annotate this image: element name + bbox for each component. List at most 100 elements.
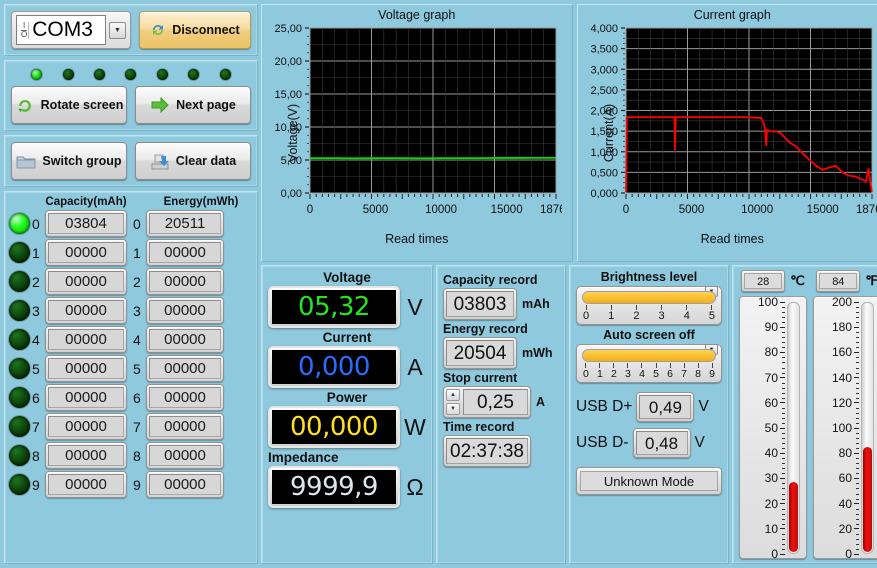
right-panel: Voltage graph Voltage(V) 0,00 5,00 10,00 15… [261, 2, 877, 566]
switch-group-label: Switch group [42, 154, 122, 168]
clear-disk-icon [151, 154, 169, 170]
capacity-cell-value: 00000 [48, 300, 124, 321]
thermometer-minor-tick [856, 438, 859, 440]
thermometer-minor-tick [856, 483, 859, 485]
power-unit: W [404, 413, 426, 440]
com-port-value: COM3 [32, 18, 93, 41]
energy-cell: 00000 [146, 355, 224, 382]
impedance-value: 9999,9 [272, 470, 396, 504]
current-value: 0,000 [272, 350, 396, 384]
chevron-down-icon[interactable]: ▼ [109, 21, 126, 39]
voltage-graph-title: Voltage graph [378, 8, 456, 22]
table-header: Capacity(mAh) Energy(mWh) [9, 196, 255, 208]
slider-tick: 3 [659, 305, 665, 322]
thermometer-tick-label: 120 [832, 396, 859, 410]
usb-dminus-value: 0,48 [635, 431, 688, 455]
clear-data-button[interactable]: Clear data [135, 142, 251, 180]
capacity-record-value: 03803 [446, 291, 514, 317]
row-index-energy: 4 [133, 331, 141, 348]
fahrenheit-display: 84 [816, 270, 861, 292]
capacity-record-label: Capacity record [443, 273, 538, 287]
disconnect-label: Disconnect [172, 23, 240, 37]
thermometer-minor-tick [856, 387, 859, 389]
next-page-button[interactable]: Next page [135, 86, 251, 124]
energy-record-label: Energy record [443, 322, 528, 336]
thermometer-minor-tick [856, 412, 859, 414]
table-row: 7 00000 7 00000 [9, 413, 255, 440]
thermometer-minor-tick [782, 518, 785, 520]
autooff-track[interactable] [582, 349, 716, 362]
thermometer-minor-tick [856, 417, 859, 419]
spinner-down-icon[interactable]: ▼ [446, 403, 460, 415]
slider-tick: 8 [695, 363, 701, 380]
energy-cell-value: 00000 [149, 445, 221, 466]
fahrenheit-tube [861, 302, 874, 554]
slider-tick: 3 [625, 363, 631, 380]
power-label: Power [326, 390, 368, 405]
thermometer-minor-tick [782, 443, 785, 445]
thermometer-minor-tick [856, 463, 859, 465]
stop-current-stepper[interactable]: ▲ ▼ 0,25 [443, 386, 531, 418]
thermometer-minor-tick [782, 533, 785, 535]
thermometer-minor-tick [782, 513, 785, 515]
com-port-select[interactable]: IO COM3 ▼ [11, 11, 131, 49]
svg-text:10,00: 10,00 [274, 122, 302, 134]
energy-cell-value: 00000 [149, 387, 221, 408]
thermometer-minor-tick [782, 483, 785, 485]
stop-current-value[interactable]: 0,25 [463, 389, 528, 415]
next-page-label: Next page [176, 98, 236, 112]
celsius-tube [787, 302, 800, 554]
thermometer-minor-tick [782, 543, 785, 545]
thermometer-minor-tick [782, 332, 785, 334]
current-plot[interactable]: 0,000 0,500 1,000 1,500 2,000 2,500 3,000 3,500… [578, 22, 877, 232]
rotate-arrow-icon [17, 99, 31, 113]
svg-text:10000: 10000 [741, 204, 773, 216]
spinner-up-icon[interactable]: ▲ [446, 389, 460, 401]
thermometer-minor-tick [782, 538, 785, 540]
autooff-slider[interactable]: ▼ 0123456789 [576, 344, 722, 383]
brightness-track[interactable] [582, 291, 716, 304]
impedance-label: Impedance [268, 450, 339, 465]
screen-actions-panel: Rotate screen Next page [4, 60, 258, 131]
slider-tick: 1 [608, 305, 614, 322]
stop-current-unit: A [536, 395, 546, 409]
capacity-cell-value: 03804 [48, 213, 124, 234]
svg-text:1,500: 1,500 [590, 126, 618, 138]
com-port-field[interactable]: IO COM3 [16, 15, 106, 45]
thermometer-minor-tick [782, 433, 785, 435]
charge-mode-button[interactable]: Unknown Mode [576, 467, 722, 495]
celsius-column: 28 ℃ 100 90 80 70 60 50 40 30 20 10 0 [738, 270, 808, 561]
celsius-thermometer: 100 90 80 70 60 50 40 30 20 10 0 [739, 295, 807, 561]
thermometer-tick-label: 0 [845, 547, 859, 561]
capacity-cell: 00000 [45, 268, 127, 295]
celsius-mercury [789, 482, 798, 552]
svg-text:25,00: 25,00 [274, 23, 302, 35]
disconnect-button[interactable]: Disconnect [139, 11, 251, 49]
thermometer-tick-label: 100 [758, 295, 785, 309]
thermometer-tick-label: 100 [832, 421, 859, 435]
led-1 [62, 69, 74, 80]
records-panel: Capacity record 03803 mAh Energy record … [436, 265, 566, 564]
row-index-capacity: 1 [32, 244, 40, 261]
thermometer-tick-label: 200 [832, 295, 859, 309]
svg-text:2,000: 2,000 [590, 106, 618, 118]
thermometer-minor-tick [782, 357, 785, 359]
rotate-screen-button[interactable]: Rotate screen [11, 86, 127, 124]
graphs-row: Voltage graph Voltage(V) 0,00 5,00 10,00 15… [261, 4, 877, 262]
usb-dplus-label: USB D+ [576, 398, 633, 415]
fahrenheit-value: 84 [819, 273, 858, 289]
stop-current-label: Stop current [443, 371, 518, 385]
thermometer-minor-tick [782, 342, 785, 344]
switch-group-button[interactable]: Switch group [11, 142, 127, 180]
thermometer-tick-label: 160 [832, 345, 859, 359]
usb-dplus-value: 0,49 [639, 395, 692, 419]
capacity-cell-value: 00000 [48, 445, 124, 466]
brightness-slider[interactable]: ▼ 012345 [576, 286, 722, 325]
capacity-cell-value: 00000 [48, 474, 124, 495]
fahrenheit-thermometer: 200 180 160 140 120 100 80 60 40 20 0 [813, 295, 877, 561]
thermometer-minor-tick [856, 392, 859, 394]
thermometer-minor-tick [782, 508, 785, 510]
voltage-plot[interactable]: 0,00 5,00 10,00 15,00 20,00 25,00 0 5000 10000 15… [262, 22, 572, 232]
thermometer-minor-tick [856, 407, 859, 409]
thermometer-minor-tick [856, 538, 859, 540]
